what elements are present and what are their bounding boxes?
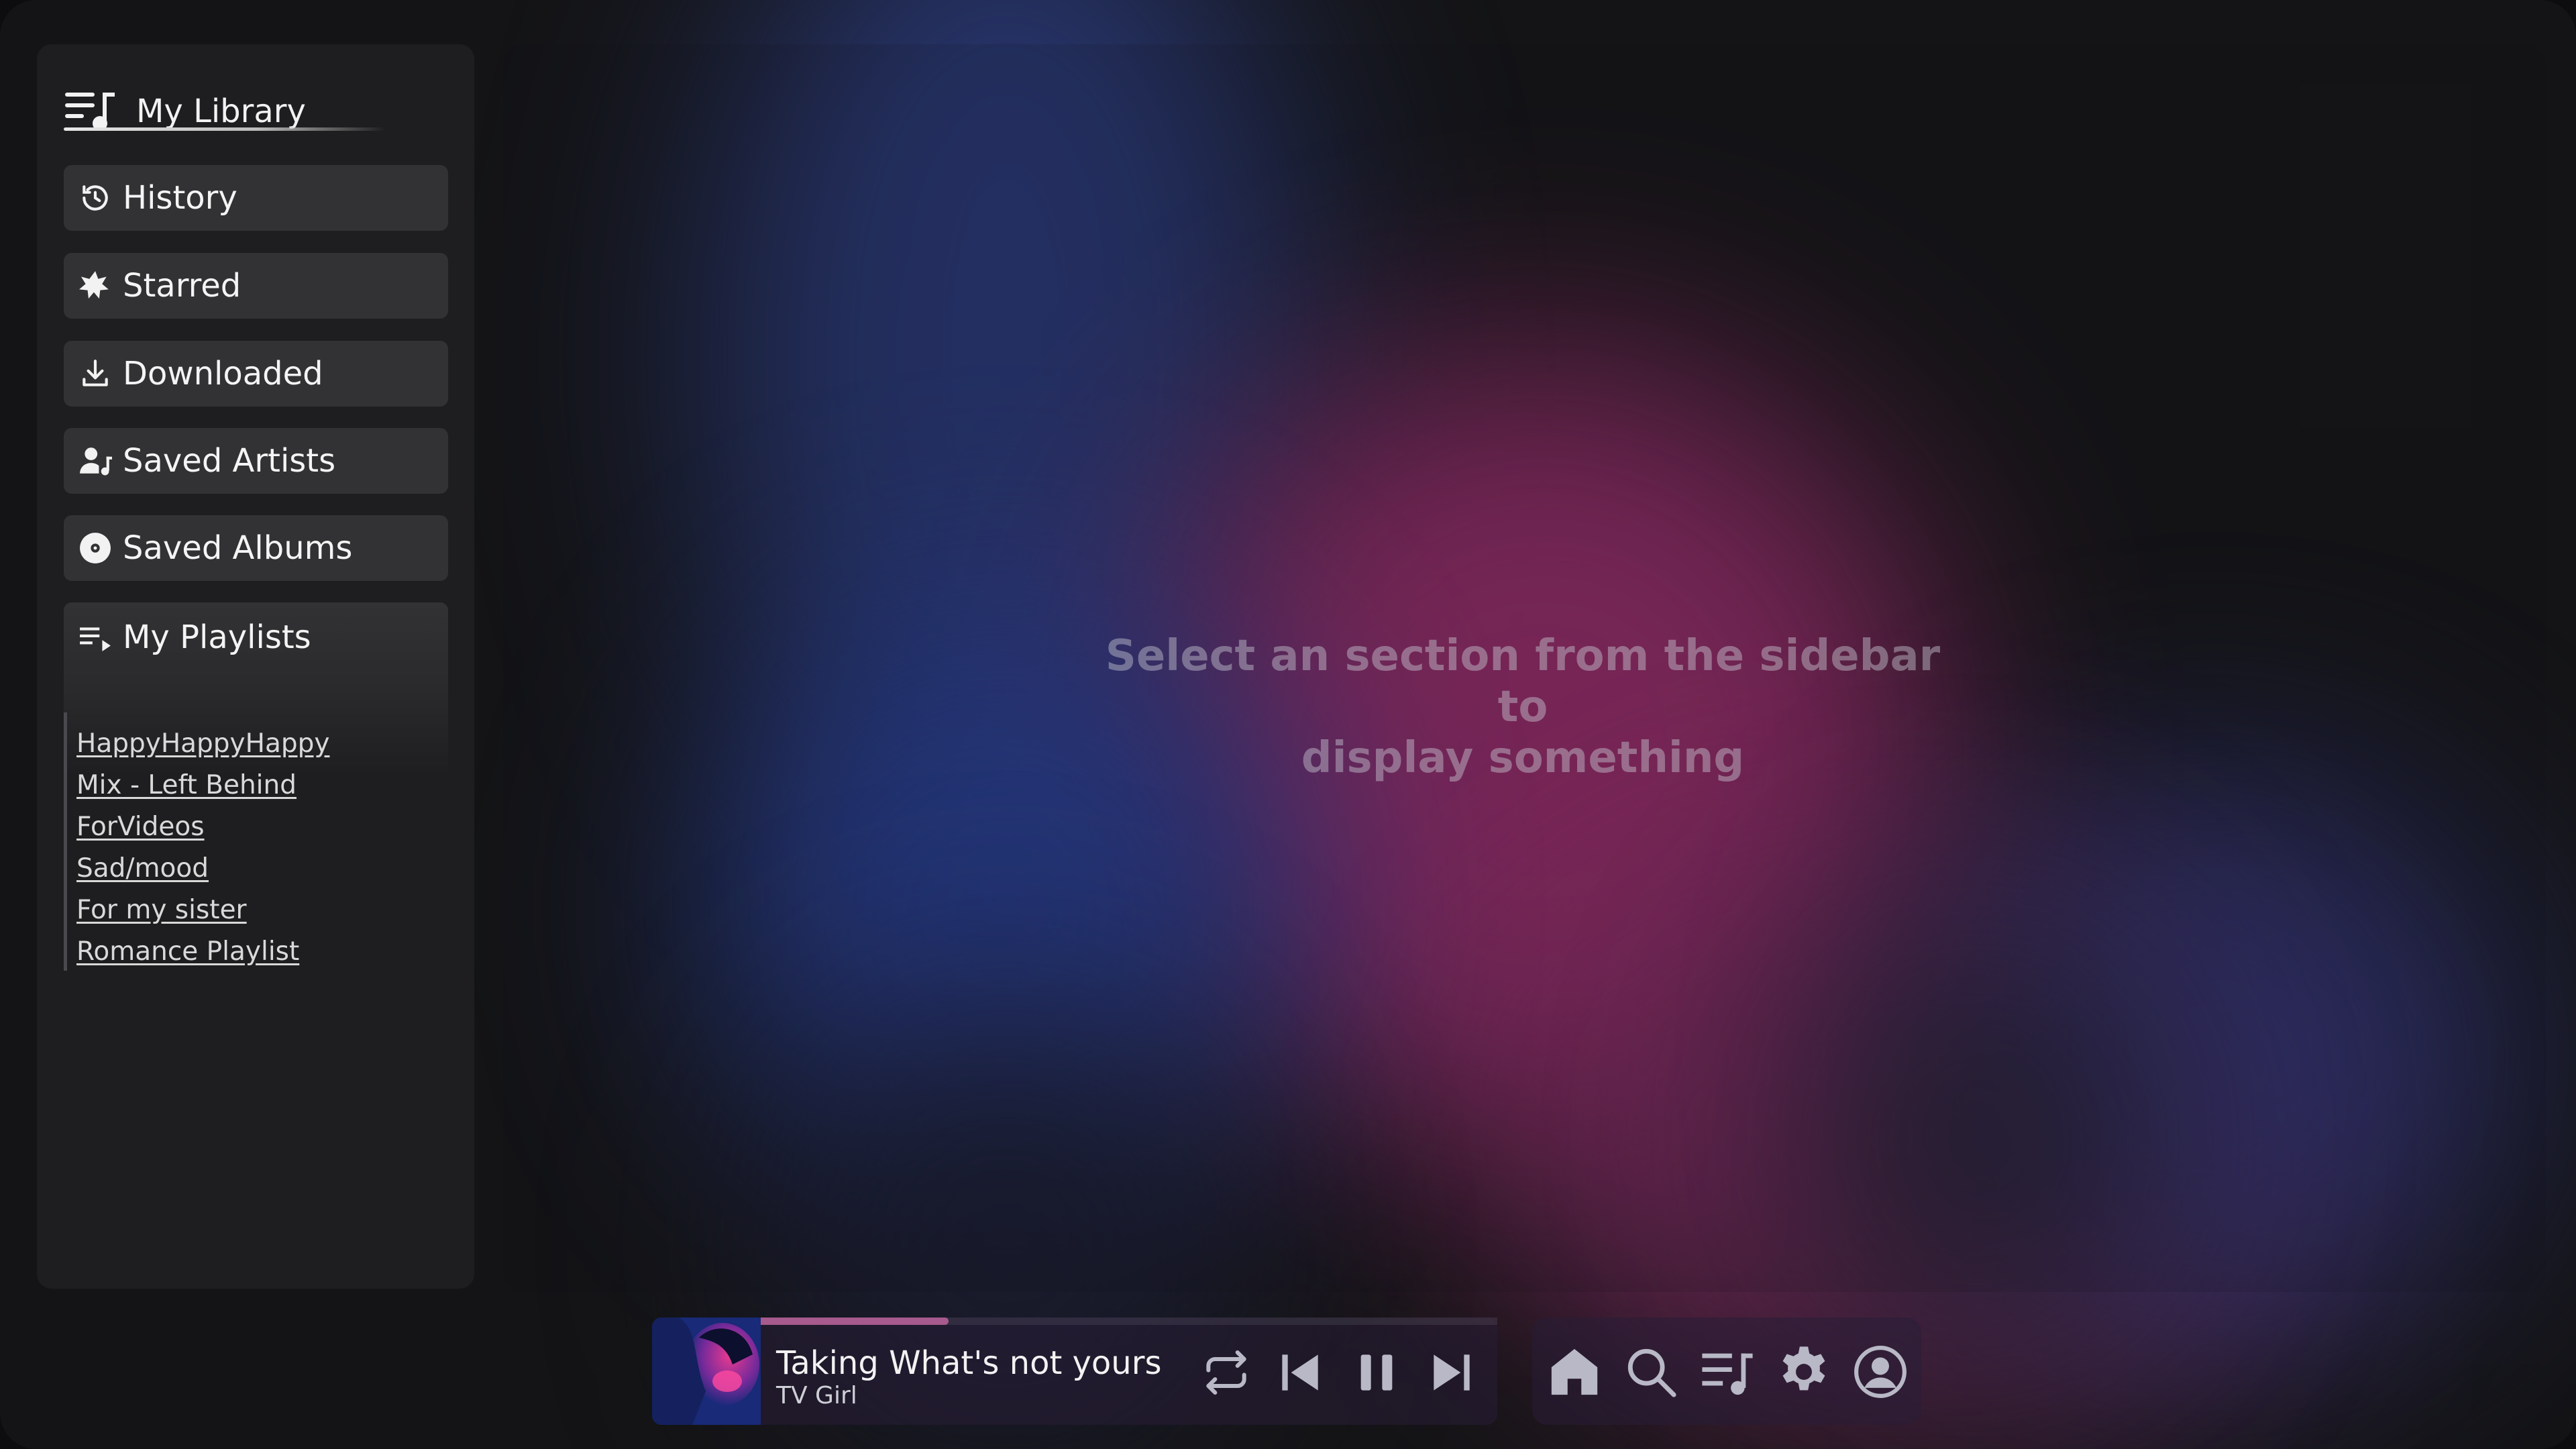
library-button[interactable] xyxy=(1700,1344,1755,1399)
list-item: HappyHappyHappy xyxy=(76,729,329,770)
sidebar-item-downloaded[interactable]: Downloaded xyxy=(64,341,448,407)
empty-state-message: Select an section from the sidebar to di… xyxy=(1100,631,1945,784)
library-underline xyxy=(64,127,386,131)
library-icon xyxy=(1702,1353,1753,1395)
sidebar-item-saved-albums[interactable]: Saved Albums xyxy=(64,515,448,581)
playlist-link[interactable]: HappyHappyHappy xyxy=(76,729,329,759)
playlist-link[interactable]: For my sister xyxy=(76,895,247,925)
sidebar-item-label: Downloaded xyxy=(123,355,323,392)
album-art[interactable] xyxy=(652,1318,761,1425)
progress-bar[interactable] xyxy=(761,1318,1497,1325)
playlist-icon xyxy=(80,627,111,651)
repeat-icon xyxy=(1206,1350,1246,1395)
list-item: ForVideos xyxy=(76,812,329,853)
list-item: Sad/mood xyxy=(76,853,329,895)
playlists-header: My Playlists xyxy=(78,619,311,656)
progress-fill xyxy=(761,1318,949,1325)
sidebar-item-label: Saved Albums xyxy=(123,529,353,567)
empty-state-line: display something xyxy=(1301,733,1745,783)
track-title: Taking What's not yours xyxy=(776,1344,1162,1382)
settings-button[interactable] xyxy=(1776,1344,1831,1399)
list-item: Romance Playlist xyxy=(76,936,329,978)
playlist-link[interactable]: Mix - Left Behind xyxy=(76,770,297,800)
home-button[interactable] xyxy=(1547,1344,1602,1399)
pause-icon xyxy=(1360,1354,1393,1391)
track-artist: TV Girl xyxy=(776,1382,857,1409)
pause-button[interactable] xyxy=(1350,1346,1403,1399)
sidebar-item-label: History xyxy=(123,179,237,217)
search-button[interactable] xyxy=(1623,1344,1678,1399)
playlist-list: HappyHappyHappy Mix - Left Behind ForVid… xyxy=(76,729,329,978)
now-playing-bar: Taking What's not yours TV Girl xyxy=(652,1318,1497,1425)
sidebar: My Library History Starred Downloaded Sa… xyxy=(37,44,474,1289)
list-item: Mix - Left Behind xyxy=(76,770,329,812)
sidebar-item-starred[interactable]: Starred xyxy=(64,253,448,319)
settings-icon xyxy=(1782,1346,1825,1391)
download-icon xyxy=(83,360,108,386)
star-icon xyxy=(79,271,109,299)
playlist-link[interactable]: Romance Playlist xyxy=(76,936,299,967)
playlists-label: My Playlists xyxy=(123,619,311,656)
previous-button[interactable] xyxy=(1273,1346,1327,1399)
playlist-rail xyxy=(64,712,67,971)
playlist-link[interactable]: Sad/mood xyxy=(76,853,209,883)
playlist-link[interactable]: ForVideos xyxy=(76,812,205,842)
album-icon xyxy=(80,533,111,564)
sidebar-item-label: Saved Artists xyxy=(123,442,336,480)
artist-icon xyxy=(80,447,112,476)
history-icon xyxy=(83,185,108,211)
empty-state-line: Select an section from the sidebar to xyxy=(1105,631,1941,732)
sidebar-item-history[interactable]: History xyxy=(64,165,448,231)
repeat-button[interactable] xyxy=(1199,1346,1253,1399)
library-icon xyxy=(65,93,115,131)
list-item: For my sister xyxy=(76,895,329,936)
home-icon xyxy=(1551,1348,1598,1395)
next-button[interactable] xyxy=(1425,1346,1479,1399)
library-header[interactable]: My Library xyxy=(65,75,400,148)
next-icon xyxy=(1434,1354,1470,1391)
profile-button[interactable] xyxy=(1853,1344,1908,1399)
sidebar-item-label: Starred xyxy=(123,267,241,305)
library-title: My Library xyxy=(136,93,306,130)
app-window: My Library History Starred Downloaded Sa… xyxy=(0,0,2576,1449)
previous-icon xyxy=(1282,1354,1318,1391)
navigation-bar xyxy=(1532,1318,1921,1425)
profile-icon xyxy=(1854,1346,1907,1398)
search-icon xyxy=(1627,1348,1676,1397)
sidebar-item-saved-artists[interactable]: Saved Artists xyxy=(64,428,448,494)
